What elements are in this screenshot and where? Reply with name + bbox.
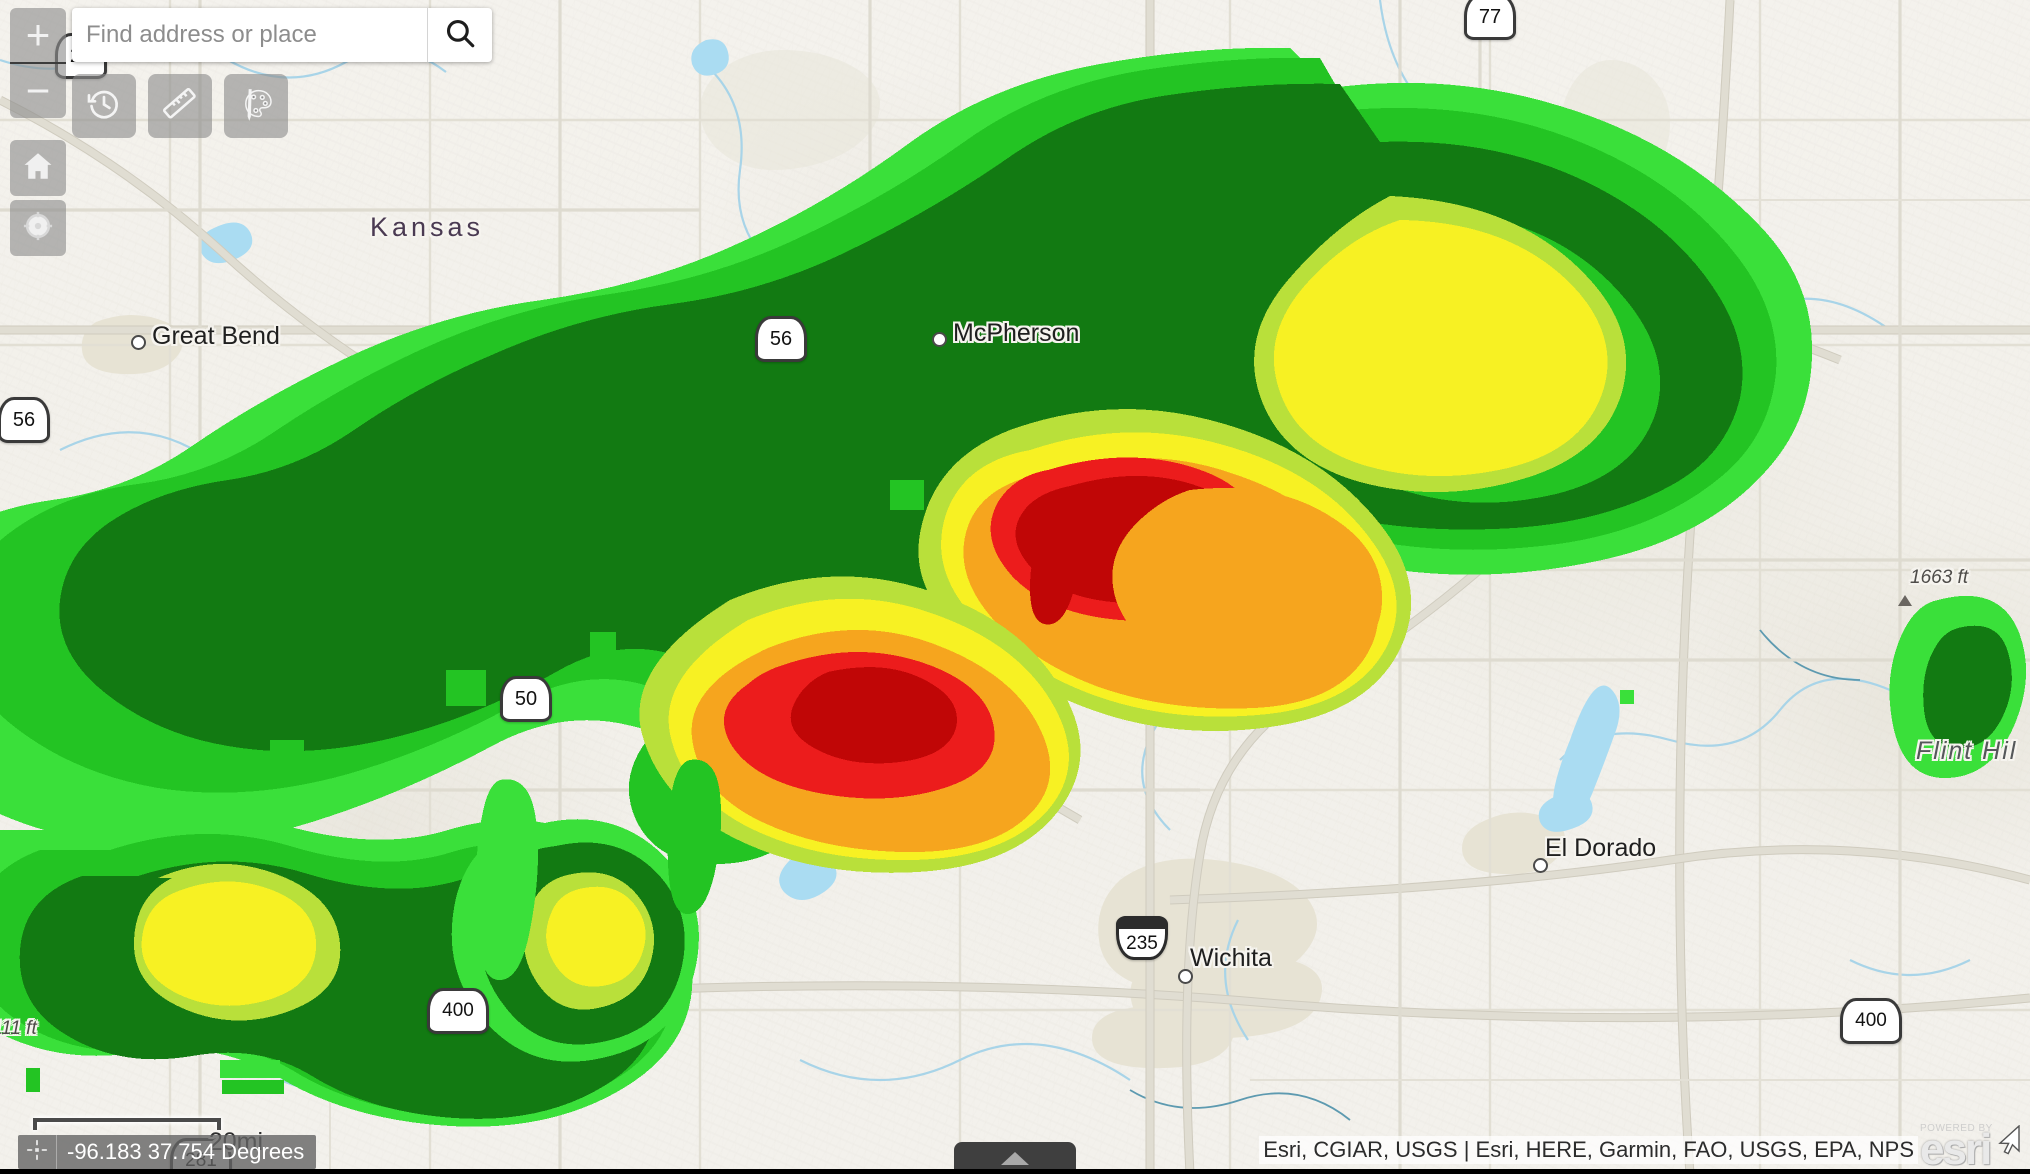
crosshair-button[interactable]: [18, 1135, 57, 1169]
search-submit-button[interactable]: [427, 8, 492, 62]
zoom-in-button[interactable]: +: [10, 8, 66, 64]
elevation-marker-icon: [1898, 595, 1912, 606]
weather-radar-layer: [0, 0, 2030, 1174]
locate-button[interactable]: [10, 200, 66, 256]
attribution-text[interactable]: Esri, CGIAR, USGS | Esri, HERE, Garmin, …: [1259, 1136, 1918, 1164]
home-icon: [21, 149, 55, 188]
shield-glyph: 56: [0, 397, 50, 443]
basemap-gallery-button[interactable]: [224, 74, 288, 138]
shield-glyph: 56: [755, 316, 807, 362]
ruler-icon: [161, 85, 199, 128]
city-marker-el-dorado[interactable]: [1533, 858, 1548, 873]
chevron-up-icon: [1001, 1151, 1029, 1165]
coordinates-text: -96.183 37.754 Degrees: [67, 1139, 305, 1164]
map-application: Kansas Flint Hil Great Bend McPherson Wi…: [0, 0, 2030, 1174]
search-widget: [72, 8, 492, 62]
locate-icon: [20, 208, 56, 249]
highway-shield-400-west[interactable]: 400: [427, 988, 489, 1034]
scale-bar-graphic: [33, 1118, 221, 1130]
clock-rewind-icon: [86, 86, 122, 127]
highway-shield-77[interactable]: 77: [1464, 0, 1516, 40]
zoom-out-button[interactable]: −: [10, 64, 66, 118]
highway-shield-56-central[interactable]: 56: [755, 316, 807, 362]
shield-glyph: 77: [1464, 0, 1516, 40]
search-icon: [443, 16, 477, 55]
scale-bar: 20mi: [33, 1118, 263, 1156]
search-input[interactable]: [72, 8, 427, 62]
measure-button[interactable]: [148, 74, 212, 138]
shield-glyph: 235: [1116, 916, 1168, 960]
palette-icon: [238, 86, 274, 127]
highway-shield-56-west[interactable]: 56: [0, 397, 50, 443]
city-marker-great-bend[interactable]: [131, 335, 146, 350]
map-tools-row: [72, 74, 288, 138]
highway-shield-235[interactable]: 235: [1116, 916, 1168, 960]
coordinates-widget: -96.183 37.754 Degrees: [18, 1135, 317, 1169]
home-button[interactable]: [10, 140, 66, 196]
city-marker-mcpherson[interactable]: [932, 332, 947, 347]
shield-glyph: 400: [1840, 998, 1902, 1044]
radar-echo-isolated-east: [1889, 595, 2027, 779]
city-marker-wichita[interactable]: [1178, 969, 1193, 984]
shield-glyph: 400: [427, 988, 489, 1034]
mouse-cursor: [1996, 1124, 2022, 1160]
time-slider-button[interactable]: [72, 74, 136, 138]
zoom-control-stack: + −: [10, 8, 66, 118]
highway-shield-50[interactable]: 50: [500, 676, 552, 722]
crosshair-icon: [26, 1139, 48, 1166]
window-bottom-border: [0, 1169, 2030, 1174]
highway-shield-400-east[interactable]: 400: [1840, 998, 1902, 1044]
shield-glyph: 50: [500, 676, 552, 722]
